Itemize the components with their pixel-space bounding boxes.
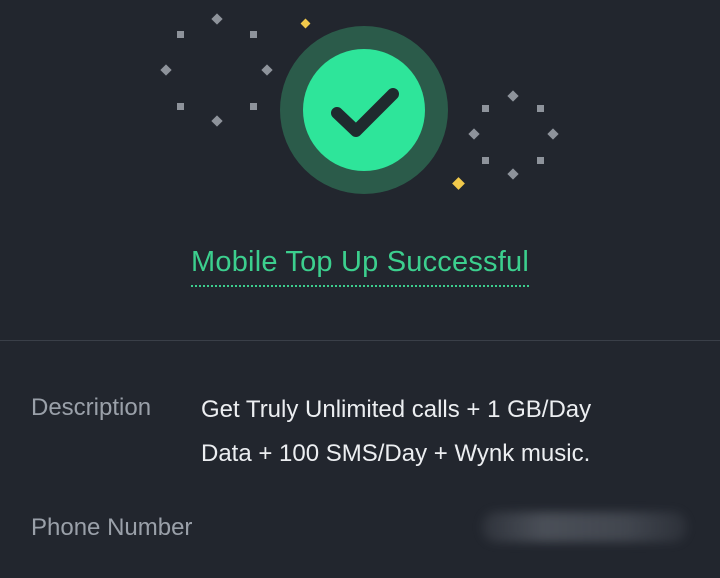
description-line-1: Get Truly Unlimited calls + 1 GB/Day [201, 396, 592, 423]
description-label: Description [31, 394, 152, 421]
status-title-text[interactable]: Mobile Top Up Successful [191, 246, 529, 287]
check-badge [303, 49, 425, 171]
celebration-graphic [160, 13, 559, 194]
phone-number-label: Phone Number [31, 514, 193, 541]
description-line-2: Data + 100 SMS/Day + Wynk music. [201, 440, 591, 467]
phone-number-value-redacted [482, 512, 687, 542]
success-hero: Mobile Top Up Successful [0, 0, 720, 340]
divider [0, 340, 720, 341]
status-title: Mobile Top Up Successful [0, 246, 720, 287]
description-value: Get Truly Unlimited calls + 1 GB/Day Dat… [201, 388, 701, 476]
